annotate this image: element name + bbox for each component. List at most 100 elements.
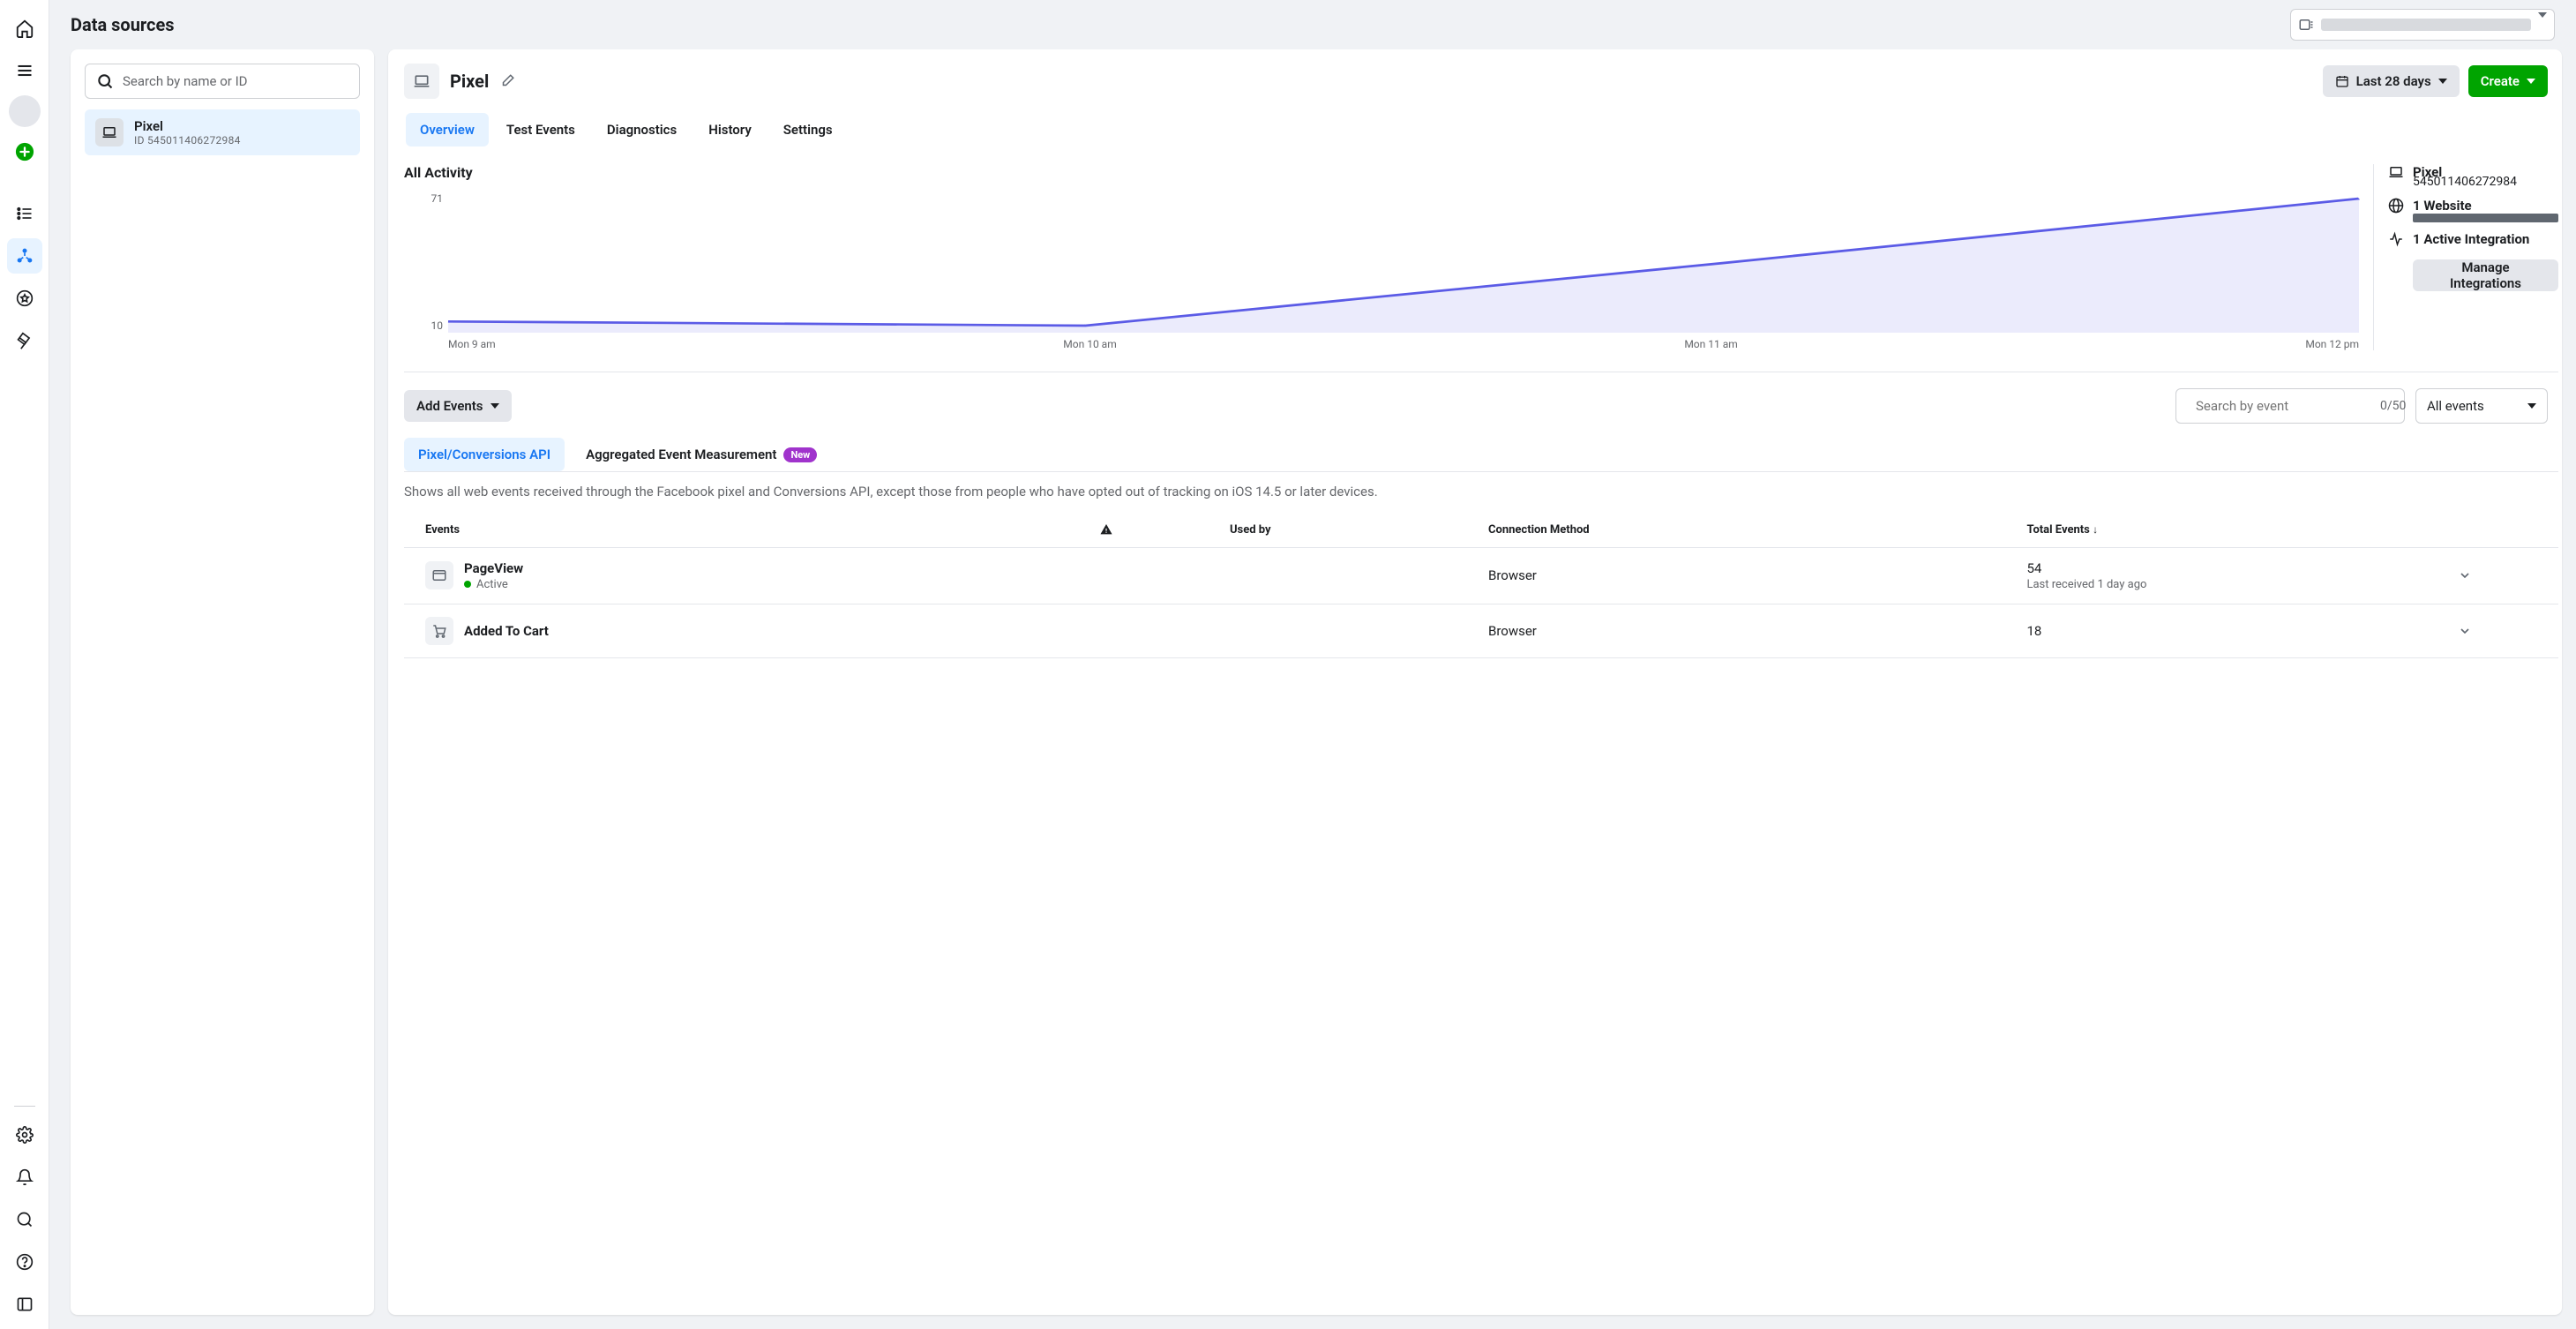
subtabs: Pixel/Conversions API Aggregated Event M… bbox=[404, 438, 2558, 472]
main-panel: Pixel Last 28 days Create bbox=[388, 49, 2562, 1315]
add-events-button[interactable]: Add Events bbox=[404, 390, 512, 422]
activity-icon bbox=[2388, 231, 2404, 247]
nav-rail bbox=[0, 0, 49, 1329]
y-tick-max: 71 bbox=[404, 192, 443, 205]
activity-chart: 71 10 bbox=[404, 191, 2359, 333]
x-tick: Mon 12 pm bbox=[2305, 338, 2359, 350]
event-connection: Browser bbox=[1481, 547, 2020, 604]
description-text: Shows all web events received through th… bbox=[404, 472, 2558, 513]
tab-history[interactable]: History bbox=[694, 113, 766, 146]
account-icon bbox=[2298, 17, 2314, 33]
filter-label: All events bbox=[2427, 398, 2484, 414]
list-icon[interactable] bbox=[7, 196, 42, 231]
search-input-wrapper[interactable] bbox=[85, 64, 360, 99]
chevron-down-icon bbox=[2527, 403, 2536, 409]
info-website-label: 1 Website bbox=[2413, 198, 2472, 214]
star-icon[interactable] bbox=[7, 281, 42, 316]
add-events-label: Add Events bbox=[416, 398, 483, 414]
sidebar-toggle-icon[interactable] bbox=[7, 1287, 42, 1322]
filter-events-select[interactable]: All events bbox=[2415, 388, 2548, 424]
y-tick-min: 10 bbox=[404, 319, 443, 332]
chevron-down-icon[interactable] bbox=[2458, 568, 2472, 582]
x-tick: Mon 9 am bbox=[448, 338, 496, 350]
event-icon bbox=[425, 617, 453, 645]
tabs: Overview Test Events Diagnostics History… bbox=[404, 113, 2548, 146]
th-total[interactable]: Total Events ↓ bbox=[2019, 513, 2450, 548]
laptop-icon bbox=[95, 118, 124, 146]
sidebar-panel: Pixel ID 545011406272984 bbox=[71, 49, 374, 1315]
create-label: Create bbox=[2481, 73, 2520, 89]
chevron-down-icon[interactable] bbox=[2458, 624, 2472, 638]
subtab-agg-label: Aggregated Event Measurement bbox=[586, 447, 776, 462]
info-integration-label: 1 Active Integration bbox=[2413, 231, 2529, 247]
date-range-button[interactable]: Last 28 days bbox=[2323, 65, 2460, 97]
sidebar-item-id: ID 545011406272984 bbox=[134, 134, 241, 146]
table-row[interactable]: Added To Cart Browser 18 bbox=[404, 604, 2558, 657]
tab-test-events[interactable]: Test Events bbox=[492, 113, 589, 146]
account-name-redacted bbox=[2321, 19, 2531, 31]
x-ticks: Mon 9 am Mon 10 am Mon 11 am Mon 12 pm bbox=[404, 338, 2359, 350]
chevron-down-icon bbox=[2538, 18, 2547, 32]
menu-icon[interactable] bbox=[7, 53, 42, 88]
search-icon bbox=[96, 72, 114, 90]
events-table: Events Used by Connection Method Total E… bbox=[404, 513, 2558, 658]
create-icon[interactable] bbox=[7, 134, 42, 169]
website-redacted bbox=[2413, 214, 2558, 222]
manage-integrations-button[interactable]: Manage Integrations bbox=[2413, 259, 2558, 291]
new-badge: New bbox=[783, 447, 817, 462]
chevron-down-icon bbox=[2527, 79, 2535, 84]
event-used-by bbox=[1223, 547, 1481, 604]
event-name: PageView bbox=[464, 560, 523, 576]
event-total: 54 bbox=[2026, 560, 2443, 576]
sidebar-item-pixel[interactable]: Pixel ID 545011406272984 bbox=[85, 109, 360, 155]
tab-settings[interactable]: Settings bbox=[769, 113, 847, 146]
account-picker[interactable] bbox=[2290, 9, 2555, 41]
globe-icon bbox=[2388, 198, 2404, 214]
tab-overview[interactable]: Overview bbox=[406, 113, 489, 146]
th-connection[interactable]: Connection Method bbox=[1481, 513, 2020, 548]
manage-label: Manage Integrations bbox=[2425, 259, 2546, 291]
table-row[interactable]: PageView Active Browser 54 Last received… bbox=[404, 547, 2558, 604]
pixel-title: Pixel bbox=[450, 71, 489, 92]
subtab-pixel-api[interactable]: Pixel/Conversions API bbox=[404, 438, 565, 471]
th-used-by[interactable]: Used by bbox=[1223, 513, 1481, 548]
search-events-wrapper[interactable]: 0/50 bbox=[2175, 388, 2405, 424]
search-input[interactable] bbox=[123, 73, 348, 89]
event-name: Added To Cart bbox=[464, 623, 549, 639]
sort-down-icon: ↓ bbox=[2093, 523, 2098, 536]
page-title: Data sources bbox=[71, 14, 175, 35]
tab-diagnostics[interactable]: Diagnostics bbox=[593, 113, 691, 146]
th-warning[interactable] bbox=[1093, 513, 1223, 548]
event-total: 18 bbox=[2026, 623, 2443, 639]
chevron-down-icon bbox=[490, 403, 499, 409]
warning-icon bbox=[1100, 523, 1112, 536]
event-used-by bbox=[1223, 604, 1481, 657]
x-tick: Mon 11 am bbox=[1684, 338, 1737, 350]
create-button[interactable]: Create bbox=[2468, 65, 2548, 97]
topbar: Data sources bbox=[49, 0, 2576, 49]
tag-icon[interactable] bbox=[7, 323, 42, 358]
date-range-label: Last 28 days bbox=[2356, 73, 2431, 89]
chart-title: All Activity bbox=[404, 164, 2359, 181]
search-events-input[interactable] bbox=[2196, 398, 2371, 414]
chevron-down-icon bbox=[2438, 79, 2447, 84]
laptop-icon bbox=[2388, 164, 2404, 180]
search-events-count: 0/50 bbox=[2380, 399, 2406, 413]
event-connection: Browser bbox=[1481, 604, 2020, 657]
info-column: Pixel 545011406272984 1 Website bbox=[2373, 164, 2558, 350]
gear-icon[interactable] bbox=[7, 1117, 42, 1153]
laptop-icon bbox=[404, 64, 439, 99]
data-sources-icon[interactable] bbox=[7, 238, 42, 274]
help-icon[interactable] bbox=[7, 1244, 42, 1280]
avatar[interactable] bbox=[9, 95, 41, 127]
sidebar-item-name: Pixel bbox=[134, 118, 241, 134]
info-pixel-id: 545011406272984 bbox=[2413, 175, 2558, 189]
search-icon[interactable] bbox=[7, 1202, 42, 1237]
home-icon[interactable] bbox=[7, 11, 42, 46]
event-icon bbox=[425, 561, 453, 589]
bell-icon[interactable] bbox=[7, 1160, 42, 1195]
x-tick: Mon 10 am bbox=[1063, 338, 1116, 350]
edit-icon[interactable] bbox=[499, 73, 515, 89]
subtab-aggregated[interactable]: Aggregated Event Measurement New bbox=[572, 438, 831, 471]
th-events[interactable]: Events bbox=[404, 513, 1093, 548]
